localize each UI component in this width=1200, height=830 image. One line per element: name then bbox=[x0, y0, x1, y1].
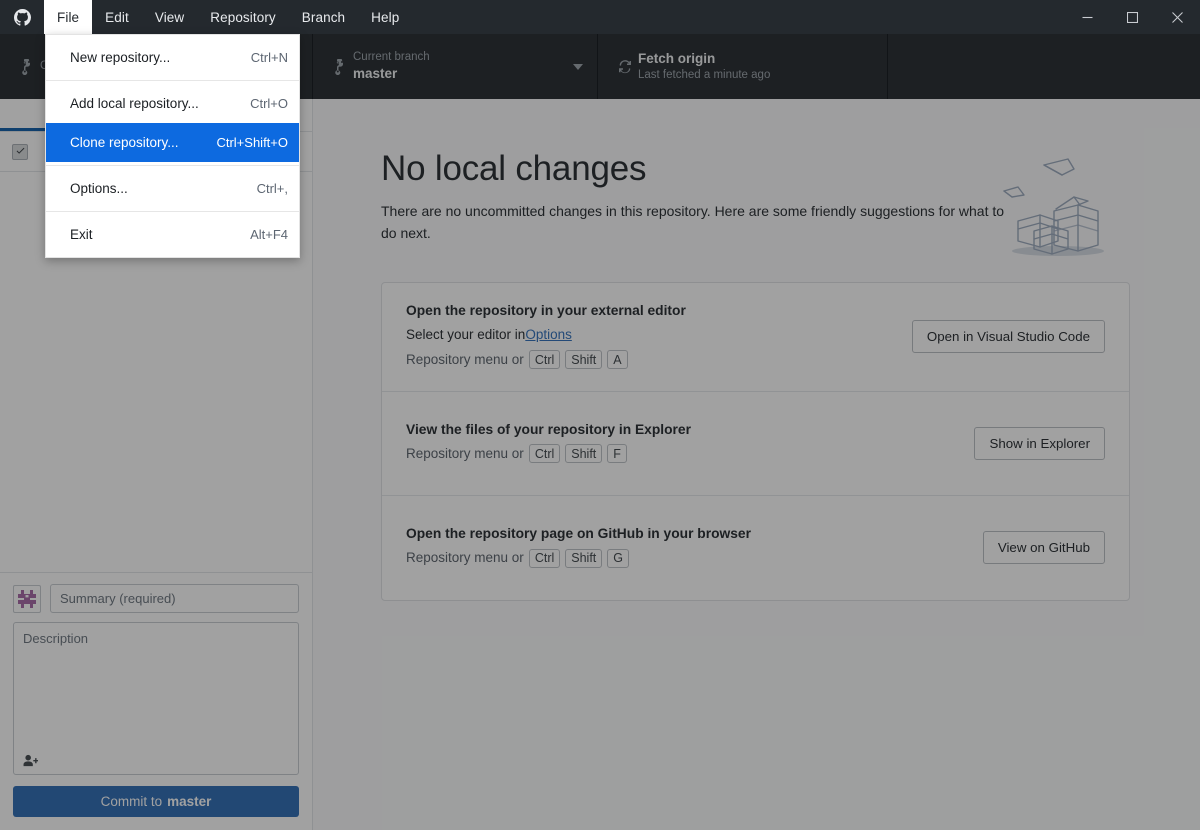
minimize-icon bbox=[1082, 16, 1093, 18]
close-button[interactable] bbox=[1155, 0, 1200, 34]
menu-item-label: Exit bbox=[70, 227, 93, 242]
close-icon bbox=[1172, 11, 1183, 23]
menu-repository[interactable]: Repository bbox=[197, 0, 289, 34]
menu-item-new-repository[interactable]: New repository... Ctrl+N bbox=[46, 38, 299, 77]
menubar: File Edit View Repository Branch Help bbox=[44, 0, 412, 34]
menu-separator bbox=[46, 211, 299, 212]
menu-item-accelerator: Ctrl+Shift+O bbox=[216, 135, 288, 150]
menu-item-label: Add local repository... bbox=[70, 96, 199, 111]
menu-item-accelerator: Ctrl+O bbox=[250, 96, 288, 111]
menu-separator bbox=[46, 165, 299, 166]
menu-item-accelerator: Ctrl+, bbox=[256, 181, 288, 196]
titlebar-drag-region bbox=[412, 0, 1065, 34]
menu-item-label: Options... bbox=[70, 181, 128, 196]
menu-item-exit[interactable]: Exit Alt+F4 bbox=[46, 215, 299, 254]
menu-file[interactable]: File bbox=[44, 0, 93, 34]
menu-view[interactable]: View bbox=[142, 0, 197, 34]
window-controls bbox=[1065, 0, 1200, 34]
github-mark-icon bbox=[0, 0, 44, 34]
minimize-button[interactable] bbox=[1065, 0, 1110, 34]
menu-separator bbox=[46, 80, 299, 81]
menu-item-accelerator: Alt+F4 bbox=[250, 227, 288, 242]
menu-item-label: Clone repository... bbox=[70, 135, 179, 150]
maximize-button[interactable] bbox=[1110, 0, 1155, 34]
menu-branch[interactable]: Branch bbox=[289, 0, 358, 34]
menu-item-accelerator: Ctrl+N bbox=[250, 50, 288, 65]
github-desktop-window: Current repository Current branch master… bbox=[0, 0, 1200, 830]
menu-item-clone-repository[interactable]: Clone repository... Ctrl+Shift+O bbox=[46, 123, 299, 162]
titlebar: File Edit View Repository Branch Help bbox=[0, 0, 1200, 34]
file-menu-dropdown: New repository... Ctrl+N Add local repos… bbox=[45, 34, 300, 258]
menu-item-label: New repository... bbox=[70, 50, 171, 65]
menu-help[interactable]: Help bbox=[358, 0, 412, 34]
maximize-icon bbox=[1127, 11, 1138, 23]
menu-item-add-local-repository[interactable]: Add local repository... Ctrl+O bbox=[46, 84, 299, 123]
menu-edit[interactable]: Edit bbox=[92, 0, 142, 34]
menu-item-options[interactable]: Options... Ctrl+, bbox=[46, 169, 299, 208]
